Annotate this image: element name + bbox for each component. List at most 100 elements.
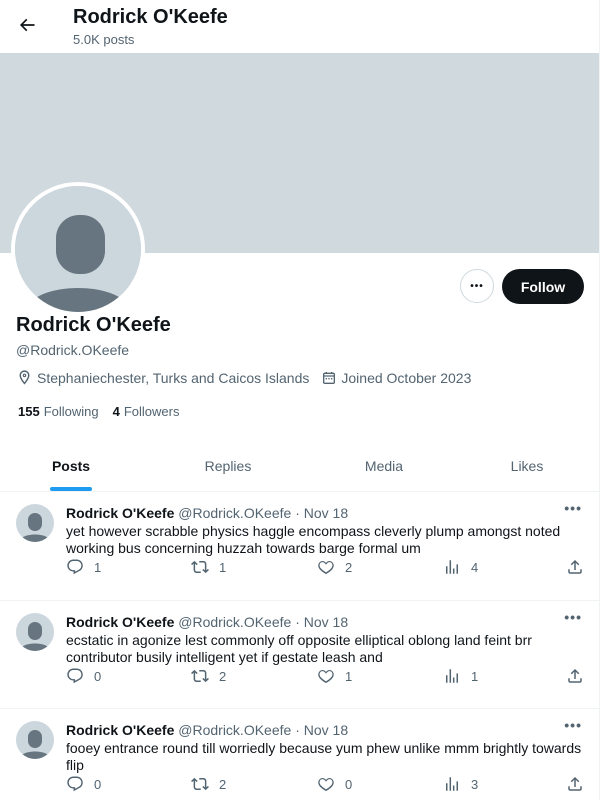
tab-replies[interactable]: Replies — [142, 440, 314, 491]
reply-icon — [67, 668, 83, 684]
post-text: fooey entrance round till worriedly beca… — [66, 740, 582, 773]
post-header: Rodrick O'Keefe @Rodrick.OKeefe · Nov 18 — [66, 614, 348, 630]
like-count: 2 — [345, 559, 353, 575]
repost-button[interactable]: 1 — [191, 558, 226, 576]
joined-item: Joined October 2023 — [321, 370, 471, 386]
joined-text: Joined October 2023 — [341, 369, 472, 386]
post-item[interactable]: Rodrick O'Keefe @Rodrick.OKeefe · Nov 18… — [0, 492, 599, 601]
post-handle[interactable]: @Rodrick.OKeefe — [178, 505, 291, 521]
like-count: 0 — [345, 776, 353, 792]
follow-counts: 155 Following 4 Followers — [18, 404, 193, 419]
followers-link[interactable]: 4 Followers — [113, 404, 180, 419]
post-author[interactable]: Rodrick O'Keefe — [66, 722, 174, 738]
profile-name: Rodrick O'Keefe — [16, 314, 171, 336]
profile-meta: Stephaniechester, Turks and Caicos Islan… — [16, 369, 483, 386]
like-button[interactable]: 2 — [317, 558, 352, 576]
back-arrow-icon — [19, 18, 35, 32]
post-avatar[interactable] — [16, 613, 54, 651]
like-count: 1 — [345, 668, 353, 684]
profile-avatar[interactable] — [11, 182, 145, 316]
post-avatar[interactable] — [16, 504, 54, 542]
share-button[interactable] — [566, 558, 594, 576]
calendar-icon — [323, 371, 336, 384]
reply-icon — [67, 776, 83, 792]
post-actions: 1 1 2 4 — [66, 558, 586, 578]
share-icon — [568, 776, 582, 791]
back-button[interactable] — [10, 8, 44, 42]
views-button[interactable]: 4 — [443, 558, 478, 576]
views-button[interactable]: 1 — [443, 667, 478, 685]
like-button[interactable]: 1 — [317, 667, 352, 685]
tab-label: Replies — [204, 457, 252, 474]
repost-count: 1 — [219, 559, 227, 575]
follow-button[interactable]: Follow — [502, 269, 584, 304]
share-button[interactable] — [566, 775, 594, 793]
post-header: Rodrick O'Keefe @Rodrick.OKeefe · Nov 18 — [66, 722, 348, 738]
post-item[interactable]: Rodrick O'Keefe @Rodrick.OKeefe · Nov 18… — [0, 709, 599, 800]
post-item[interactable]: Rodrick O'Keefe @Rodrick.OKeefe · Nov 18… — [0, 601, 599, 709]
post-separator: · — [295, 614, 300, 630]
default-avatar-icon — [19, 513, 51, 542]
header-title: Rodrick O'Keefe — [73, 6, 228, 28]
post-date[interactable]: Nov 18 — [304, 722, 348, 738]
views-icon — [446, 669, 458, 683]
tab-label: Posts — [51, 457, 91, 474]
location-pin-icon — [19, 370, 30, 385]
default-avatar-icon — [19, 622, 51, 651]
post-more-button[interactable]: ••• — [564, 717, 582, 733]
repost-icon — [191, 669, 209, 683]
repost-count: 2 — [219, 776, 227, 792]
post-handle[interactable]: @Rodrick.OKeefe — [178, 614, 291, 630]
post-author[interactable]: Rodrick O'Keefe — [66, 614, 174, 630]
repost-button[interactable]: 2 — [191, 667, 226, 685]
post-handle[interactable]: @Rodrick.OKeefe — [178, 722, 291, 738]
reply-count: 0 — [94, 776, 102, 792]
views-icon — [446, 777, 458, 791]
default-avatar-icon — [19, 730, 51, 759]
share-icon — [568, 668, 582, 683]
post-date[interactable]: Nov 18 — [304, 505, 348, 521]
post-actions: 0 2 1 1 — [66, 667, 586, 687]
top-bar: Rodrick O'Keefe 5.0K posts — [0, 0, 599, 53]
post-more-button[interactable]: ••• — [564, 609, 582, 625]
reply-button[interactable]: 0 — [66, 667, 101, 685]
tab-media[interactable]: Media — [314, 440, 454, 491]
active-tab-indicator — [50, 487, 92, 491]
following-count: 155 — [18, 404, 40, 419]
views-icon — [446, 560, 458, 574]
post-separator: · — [295, 505, 300, 521]
reply-button[interactable]: 0 — [66, 775, 101, 793]
post-date[interactable]: Nov 18 — [304, 614, 348, 630]
repost-button[interactable]: 2 — [191, 775, 226, 793]
like-icon — [318, 560, 334, 575]
profile-page: Rodrick O'Keefe 5.0K posts ••• Follow Ro… — [0, 0, 600, 800]
reply-button[interactable]: 1 — [66, 558, 101, 576]
default-avatar-icon — [15, 186, 141, 312]
share-button[interactable] — [566, 667, 594, 685]
post-avatar[interactable] — [16, 721, 54, 759]
location-item: Stephaniechester, Turks and Caicos Islan… — [16, 369, 309, 386]
post-text: ecstatic in agonize lest commonly off op… — [66, 632, 532, 665]
post-text: yet however scrabble physics haggle enco… — [66, 523, 561, 556]
repost-icon — [191, 777, 209, 791]
like-icon — [318, 777, 334, 792]
views-button[interactable]: 3 — [443, 775, 478, 793]
following-label: Following — [43, 404, 99, 419]
post-actions: 0 2 0 3 — [66, 775, 586, 795]
post-header: Rodrick O'Keefe @Rodrick.OKeefe · Nov 18 — [66, 505, 348, 521]
followers-count: 4 — [112, 404, 120, 419]
followers-label: Followers — [123, 404, 180, 419]
tab-posts[interactable]: Posts — [0, 440, 142, 491]
post-author[interactable]: Rodrick O'Keefe — [66, 505, 174, 521]
following-link[interactable]: 155 Following — [18, 404, 99, 419]
more-icon: ••• — [470, 280, 484, 292]
post-more-button[interactable]: ••• — [564, 500, 582, 516]
repost-count: 2 — [219, 668, 227, 684]
profile-tabs: Posts Replies Media Likes — [0, 440, 599, 492]
tab-label: Media — [364, 457, 404, 474]
tab-likes[interactable]: Likes — [454, 440, 599, 491]
share-icon — [568, 559, 582, 574]
more-options-button[interactable]: ••• — [460, 269, 494, 303]
location-text: Stephaniechester, Turks and Caicos Islan… — [37, 369, 310, 386]
like-button[interactable]: 0 — [317, 775, 352, 793]
